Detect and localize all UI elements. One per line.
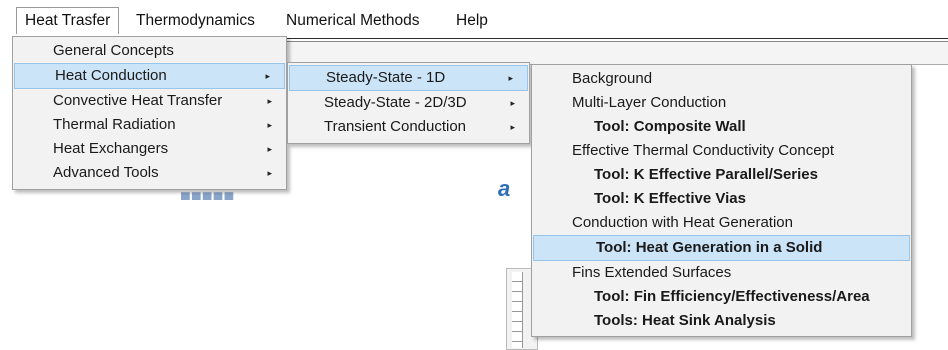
menu-item-conduction-heat-generation[interactable]: Conduction with Heat Generation <box>532 211 911 235</box>
menu-item-label: Background <box>572 70 653 87</box>
menu-item-thermal-radiation[interactable]: Thermal Radiation ▸ <box>13 113 286 137</box>
menu-item-label: Convective Heat Transfer <box>53 92 223 109</box>
menu-item-label: Conduction with Heat Generation <box>572 214 793 231</box>
menu-item-tools-heat-sink-analysis[interactable]: Tools: Heat Sink Analysis <box>532 309 911 333</box>
menu-item-label: Heat Conduction <box>55 67 167 84</box>
chevron-right-icon: ▸ <box>510 122 515 132</box>
menu-item-label: Multi-Layer Conduction <box>572 94 727 111</box>
menu-item-background[interactable]: Background <box>532 67 911 91</box>
chevron-right-icon: ▸ <box>267 120 272 130</box>
steady-state-1d-submenu: Background Multi-Layer Conduction Tool: … <box>531 64 912 337</box>
menu-item-tool-k-effective-vias[interactable]: Tool: K Effective Vias <box>532 187 911 211</box>
menu-item-fins-extended-surfaces[interactable]: Fins Extended Surfaces <box>532 261 911 285</box>
menu-item-label: Thermal Radiation <box>53 116 176 133</box>
menu-item-multi-layer-conduction[interactable]: Multi-Layer Conduction <box>532 91 911 115</box>
menu-item-tool-composite-wall[interactable]: Tool: Composite Wall <box>532 115 911 139</box>
menu-numerical-methods[interactable]: Numerical Methods <box>278 8 428 34</box>
chevron-right-icon: ▸ <box>267 96 272 106</box>
menu-item-label: Tool: K Effective Vias <box>594 190 746 207</box>
menu-item-tool-k-effective-parallel-series[interactable]: Tool: K Effective Parallel/Series <box>532 163 911 187</box>
menu-item-label: Fins Extended Surfaces <box>572 264 732 281</box>
chevron-right-icon: ▸ <box>267 168 272 178</box>
menu-item-label: Tool: Heat Generation in a Solid <box>596 239 823 256</box>
menu-item-label: Tool: Composite Wall <box>594 118 746 135</box>
chevron-right-icon: ▸ <box>508 73 513 83</box>
background-logo-fragment: a <box>498 176 511 201</box>
chevron-right-icon: ▸ <box>265 71 270 81</box>
heat-transfer-dropdown: General Concepts Heat Conduction ▸ Convec… <box>12 36 287 190</box>
menu-item-tool-fin-efficiency[interactable]: Tool: Fin Efficiency/Effectiveness/Area <box>532 285 911 309</box>
menu-item-heat-exchangers[interactable]: Heat Exchangers ▸ <box>13 137 286 161</box>
heat-conduction-submenu: Steady-State - 1D ▸ Steady-State - 2D/3D ▸… <box>287 62 530 144</box>
menu-item-label: Transient Conduction <box>324 118 467 135</box>
menu-bar: Heat Trasfer Thermodynamics Numerical Me… <box>0 0 948 38</box>
menu-item-advanced-tools[interactable]: Advanced Tools ▸ <box>13 161 286 185</box>
menu-item-heat-conduction[interactable]: Heat Conduction ▸ <box>14 63 285 89</box>
menu-item-label: Effective Thermal Conductivity Concept <box>572 142 835 159</box>
chevron-right-icon: ▸ <box>267 144 272 154</box>
background-ruler <box>512 272 523 348</box>
menu-item-transient-conduction[interactable]: Transient Conduction ▸ <box>288 115 529 139</box>
menu-thermodynamics[interactable]: Thermodynamics <box>128 8 263 34</box>
menu-help[interactable]: Help <box>448 8 496 34</box>
menu-item-effective-thermal-conductivity[interactable]: Effective Thermal Conductivity Concept <box>532 139 911 163</box>
menu-item-label: Tool: K Effective Parallel/Series <box>594 166 818 183</box>
menu-item-label: General Concepts <box>53 42 174 59</box>
menu-item-label: Tool: Fin Efficiency/Effectiveness/Area <box>594 288 870 305</box>
menu-item-general-concepts[interactable]: General Concepts <box>13 39 286 63</box>
menu-item-label: Advanced Tools <box>53 164 159 181</box>
menu-item-label: Steady-State - 1D <box>326 69 446 86</box>
chevron-right-icon: ▸ <box>510 98 515 108</box>
menu-item-steady-state-2d3d[interactable]: Steady-State - 2D/3D ▸ <box>288 91 529 115</box>
menu-item-tool-heat-generation-solid[interactable]: Tool: Heat Generation in a Solid <box>533 235 910 261</box>
menu-item-label: Steady-State - 2D/3D <box>324 94 467 111</box>
menu-item-convective-heat-transfer[interactable]: Convective Heat Transfer ▸ <box>13 89 286 113</box>
menu-item-label: Heat Exchangers <box>53 140 169 157</box>
menu-item-steady-state-1d[interactable]: Steady-State - 1D ▸ <box>289 65 528 91</box>
menu-heat-transfer[interactable]: Heat Trasfer <box>16 7 120 34</box>
menu-item-label: Tools: Heat Sink Analysis <box>594 312 776 329</box>
